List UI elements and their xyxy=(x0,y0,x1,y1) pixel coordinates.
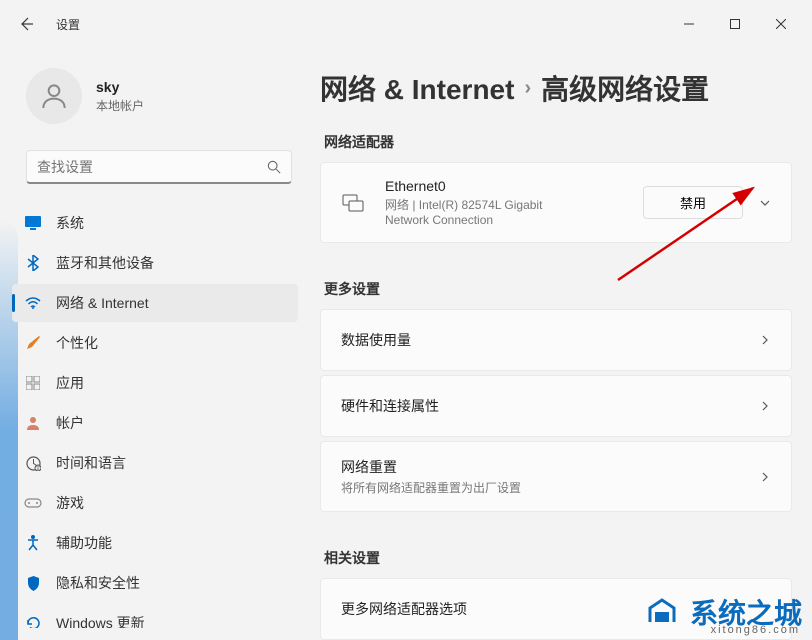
chevron-right-icon xyxy=(759,400,771,412)
accessibility-icon xyxy=(24,534,42,552)
profile-subtitle: 本地帐户 xyxy=(96,97,144,114)
watermark-logo-icon xyxy=(642,592,682,632)
adapter-name: Ethernet0 xyxy=(385,178,643,194)
profile-name: sky xyxy=(96,79,144,95)
nav-item-accessibility[interactable]: 辅助功能 xyxy=(12,524,298,562)
nav-label: Windows 更新 xyxy=(56,613,145,628)
nav-item-time[interactable]: 文 时间和语言 xyxy=(12,444,298,482)
card-sublabel: 将所有网络适配器重置为出厂设置 xyxy=(341,479,743,496)
update-icon xyxy=(24,614,42,628)
nav-label: 游戏 xyxy=(56,493,84,513)
section-related-title: 相关设置 xyxy=(324,548,792,568)
search-box[interactable] xyxy=(26,150,292,184)
nav-item-personalize[interactable]: 个性化 xyxy=(12,324,298,362)
system-icon xyxy=(24,214,42,232)
clock-icon: 文 xyxy=(24,454,42,472)
nav-label: 系统 xyxy=(56,213,84,233)
chevron-right-icon: › xyxy=(524,77,531,100)
section-more-title: 更多设置 xyxy=(324,279,792,299)
brush-icon xyxy=(24,334,42,352)
nav-item-apps[interactable]: 应用 xyxy=(12,364,298,402)
nav-label: 时间和语言 xyxy=(56,453,126,473)
close-icon xyxy=(776,19,786,29)
apps-icon xyxy=(24,374,42,392)
maximize-icon xyxy=(730,19,740,29)
watermark-url: xitong86.com xyxy=(711,624,800,636)
nav-list: 系统 蓝牙和其他设备 网络 & Internet 个性化 应用 帐户 xyxy=(8,202,310,628)
card-label: 网络重置 xyxy=(341,457,743,477)
adapter-card: Ethernet0 网络 | Intel(R) 82574L Gigabit N… xyxy=(320,162,792,243)
svg-text:文: 文 xyxy=(35,465,40,471)
hardware-row[interactable]: 硬件和连接属性 xyxy=(321,376,791,436)
adapter-row-ethernet0[interactable]: Ethernet0 网络 | Intel(R) 82574L Gigabit N… xyxy=(321,163,791,242)
window-controls xyxy=(666,8,804,40)
nav-label: 帐户 xyxy=(56,413,84,433)
card-label: 数据使用量 xyxy=(341,330,743,350)
data-usage-card: 数据使用量 xyxy=(320,309,792,371)
network-reset-card: 网络重置 将所有网络适配器重置为出厂设置 xyxy=(320,441,792,512)
network-reset-row[interactable]: 网络重置 将所有网络适配器重置为出厂设置 xyxy=(321,442,791,511)
adapter-description: 网络 | Intel(R) 82574L Gigabit Network Con… xyxy=(385,196,585,227)
title-bar: 设置 xyxy=(0,0,812,48)
nav-label: 辅助功能 xyxy=(56,533,112,553)
nav-item-gaming[interactable]: 游戏 xyxy=(12,484,298,522)
wifi-icon xyxy=(24,294,42,312)
chevron-right-icon xyxy=(759,471,771,483)
nav-label: 个性化 xyxy=(56,333,98,353)
nav-label: 隐私和安全性 xyxy=(56,573,140,593)
close-button[interactable] xyxy=(758,8,804,40)
card-label: 硬件和连接属性 xyxy=(341,396,743,416)
nav-label: 网络 & Internet xyxy=(56,293,149,313)
ethernet-icon xyxy=(341,194,365,212)
shield-icon xyxy=(24,574,42,592)
minimize-icon xyxy=(684,19,694,29)
bluetooth-icon xyxy=(24,254,42,272)
breadcrumb-parent[interactable]: 网络 & Internet xyxy=(320,68,514,108)
breadcrumb-current: 高级网络设置 xyxy=(541,68,709,108)
maximize-button[interactable] xyxy=(712,8,758,40)
section-adapters-title: 网络适配器 xyxy=(324,132,792,152)
window-title: 设置 xyxy=(56,16,80,33)
main-content: 网络 & Internet › 高级网络设置 网络适配器 Ethernet0 网… xyxy=(310,48,812,640)
accounts-icon xyxy=(24,414,42,432)
chevron-down-icon[interactable] xyxy=(759,197,771,209)
search-icon xyxy=(267,160,281,174)
nav-item-bluetooth[interactable]: 蓝牙和其他设备 xyxy=(12,244,298,282)
person-icon xyxy=(38,80,70,112)
nav-item-system[interactable]: 系统 xyxy=(12,204,298,242)
arrow-left-icon xyxy=(18,16,34,32)
nav-item-update[interactable]: Windows 更新 xyxy=(12,604,298,628)
avatar xyxy=(26,68,82,124)
user-profile[interactable]: sky 本地帐户 xyxy=(8,60,310,144)
nav-label: 应用 xyxy=(56,373,84,393)
back-button[interactable] xyxy=(16,14,36,34)
minimize-button[interactable] xyxy=(666,8,712,40)
search-input[interactable] xyxy=(37,159,267,175)
chevron-right-icon xyxy=(759,334,771,346)
data-usage-row[interactable]: 数据使用量 xyxy=(321,310,791,370)
nav-item-accounts[interactable]: 帐户 xyxy=(12,404,298,442)
nav-label: 蓝牙和其他设备 xyxy=(56,253,154,273)
hardware-card: 硬件和连接属性 xyxy=(320,375,792,437)
disable-adapter-button[interactable]: 禁用 xyxy=(643,186,743,219)
breadcrumb: 网络 & Internet › 高级网络设置 xyxy=(320,68,792,108)
nav-item-network[interactable]: 网络 & Internet xyxy=(12,284,298,322)
gaming-icon xyxy=(24,494,42,512)
sidebar: sky 本地帐户 系统 蓝牙和其他设备 网络 & Internet xyxy=(0,48,310,640)
nav-item-privacy[interactable]: 隐私和安全性 xyxy=(12,564,298,602)
